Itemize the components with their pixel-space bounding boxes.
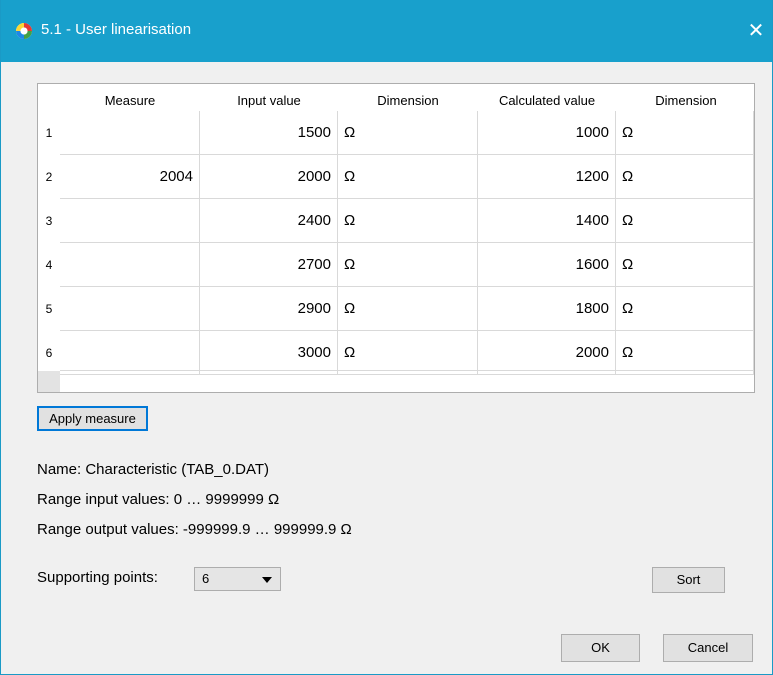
sort-button[interactable]: Sort: [652, 567, 725, 593]
input-value-cell[interactable]: 1500: [200, 111, 338, 155]
range-output-values: Range output values: -999999.9 … 999999.…: [37, 521, 352, 538]
chevron-down-icon: [262, 577, 272, 583]
calculated-dimension-cell[interactable]: Ω: [616, 155, 754, 199]
window-title: 5.1 - User linearisation: [41, 21, 192, 38]
dialog-window: 5.1 - User linearisation ✕ Measure Input…: [0, 0, 773, 675]
measure-cell[interactable]: [60, 287, 200, 331]
input-dimension-cell[interactable]: Ω: [338, 287, 478, 331]
calculated-value-cell[interactable]: 1600: [478, 243, 616, 287]
supporting-points-select[interactable]: 6: [194, 567, 281, 591]
input-dimension-cell[interactable]: Ω: [338, 111, 478, 155]
row-header[interactable]: 4: [38, 243, 60, 287]
input-value-cell[interactable]: 2400: [200, 199, 338, 243]
input-dimension-cell[interactable]: Ω: [338, 243, 478, 287]
input-dimension-cell[interactable]: Ω: [338, 155, 478, 199]
measure-cell[interactable]: [60, 331, 200, 375]
input-value-cell[interactable]: 3000: [200, 331, 338, 375]
app-logo-icon: [16, 23, 32, 39]
supporting-points-value: 6: [202, 571, 210, 586]
measure-cell[interactable]: [60, 199, 200, 243]
calculated-value-cell[interactable]: 1400: [478, 199, 616, 243]
input-dimension-cell[interactable]: Ω: [338, 199, 478, 243]
close-button[interactable]: ✕: [738, 14, 772, 48]
measure-cell[interactable]: 2004: [60, 155, 200, 199]
close-icon: ✕: [747, 20, 765, 42]
linearisation-grid[interactable]: Measure Input value Dimension Calculated…: [37, 83, 755, 393]
calculated-dimension-cell[interactable]: Ω: [616, 287, 754, 331]
input-dimension-cell[interactable]: Ω: [338, 331, 478, 375]
grid-divider: [60, 370, 754, 371]
calculated-dimension-cell[interactable]: Ω: [616, 111, 754, 155]
calculated-value-cell[interactable]: 1800: [478, 287, 616, 331]
calculated-value-cell[interactable]: 1200: [478, 155, 616, 199]
row-header[interactable]: 1: [38, 111, 60, 155]
characteristic-name: Name: Characteristic (TAB_0.DAT): [37, 461, 269, 478]
apply-measure-button[interactable]: Apply measure: [37, 406, 148, 431]
ok-button[interactable]: OK: [561, 634, 640, 662]
cancel-button[interactable]: Cancel: [663, 634, 753, 662]
title-bar[interactable]: 5.1 - User linearisation ✕: [1, 0, 772, 62]
row-header[interactable]: 2: [38, 155, 60, 199]
input-value-cell[interactable]: 2700: [200, 243, 338, 287]
calculated-value-cell[interactable]: 1000: [478, 111, 616, 155]
row-header[interactable]: 3: [38, 199, 60, 243]
calculated-value-cell[interactable]: 2000: [478, 331, 616, 375]
grid-footer-corner: [38, 371, 60, 392]
range-input-values: Range input values: 0 … 9999999 Ω: [37, 491, 280, 508]
row-header[interactable]: 6: [38, 331, 60, 375]
calculated-dimension-cell[interactable]: Ω: [616, 331, 754, 375]
measure-cell[interactable]: [60, 243, 200, 287]
measure-cell[interactable]: [60, 111, 200, 155]
row-header[interactable]: 5: [38, 287, 60, 331]
supporting-points-label: Supporting points:: [37, 569, 158, 586]
calculated-dimension-cell[interactable]: Ω: [616, 243, 754, 287]
calculated-dimension-cell[interactable]: Ω: [616, 199, 754, 243]
input-value-cell[interactable]: 2900: [200, 287, 338, 331]
input-value-cell[interactable]: 2000: [200, 155, 338, 199]
